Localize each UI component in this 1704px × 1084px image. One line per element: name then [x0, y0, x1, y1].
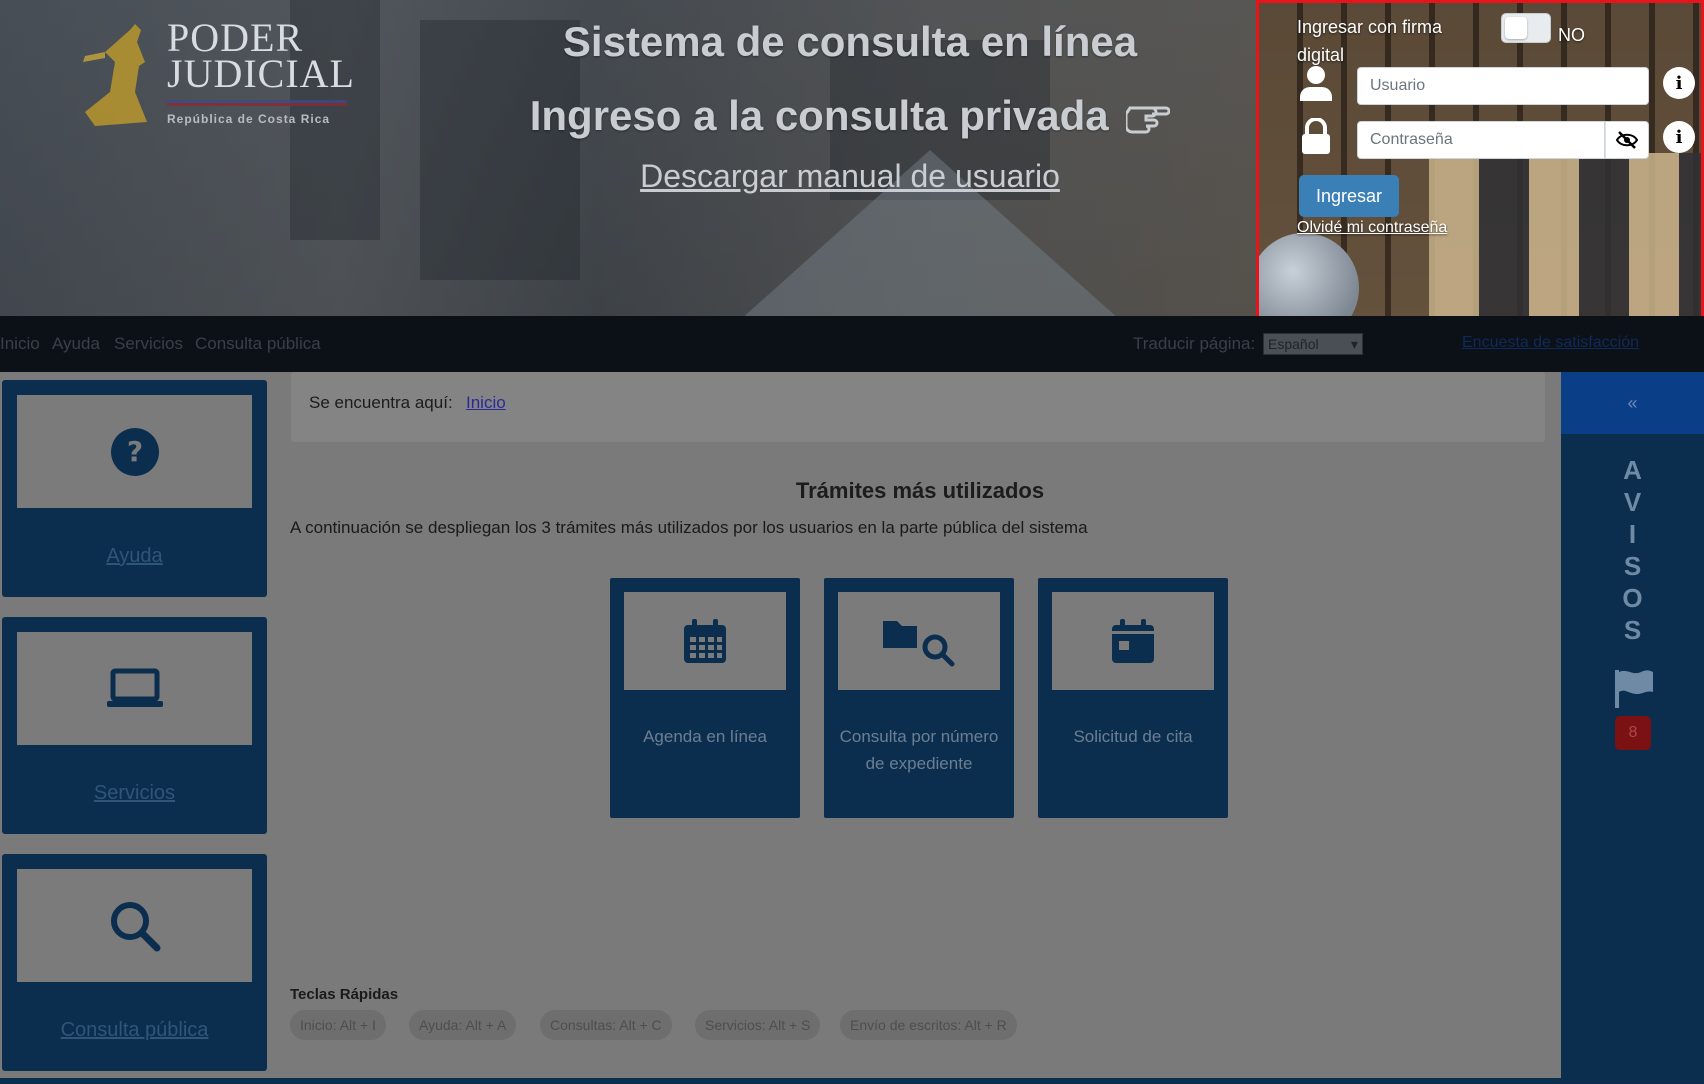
sidebar-card-label[interactable]: Servicios: [2, 782, 267, 805]
lock-icon: [1302, 118, 1330, 154]
shortcut-chip: Envío de escritos: Alt + R: [840, 1010, 1017, 1040]
sidebar-card-consulta-publica[interactable]: Consulta pública: [2, 854, 267, 1071]
breadcrumb-link-inicio[interactable]: Inicio: [466, 393, 506, 413]
avisos-letter: A: [1623, 455, 1642, 485]
sidebar-card-icon-box: [17, 632, 252, 745]
tile-consulta-expediente[interactable]: Consulta por número de expediente: [824, 578, 1014, 818]
password-input[interactable]: [1357, 121, 1605, 159]
tile-icon-box: [1052, 592, 1214, 690]
translate-label: Traducir página:: [1133, 334, 1256, 353]
system-title: Sistema de consulta en línea: [562, 18, 1138, 65]
shortcut-chip: Ayuda: Alt + A: [409, 1010, 517, 1040]
laptop-icon: [106, 668, 163, 707]
nav-item-inicio[interactable]: Inicio: [0, 334, 40, 354]
tile-label: Consulta por número de expediente: [839, 727, 999, 773]
svg-text:?: ?: [126, 435, 142, 468]
avisos-letter: S: [1623, 615, 1642, 645]
shortcut-chip: Inicio: Alt + I: [290, 1010, 386, 1040]
tile-agenda-en-linea[interactable]: Agenda en línea: [610, 578, 800, 818]
tile-label: Agenda en línea: [643, 727, 767, 746]
toggle-knob: [1505, 17, 1527, 39]
calendar-icon: [1112, 619, 1154, 663]
section-title: Trámites más utilizados: [795, 478, 1045, 503]
digital-signature-toggle[interactable]: [1501, 13, 1551, 43]
private-access-title: Ingreso a la consulta privada: [490, 92, 1210, 140]
avisos-letter: I: [1628, 519, 1637, 549]
shortcut-chip: Servicios: Alt + S: [695, 1010, 821, 1040]
avisos-count-badge: 8: [1615, 716, 1651, 750]
avisos-letter: O: [1622, 583, 1643, 613]
language-select[interactable]: Español ▾: [1263, 333, 1363, 355]
bottom-strip: [0, 1078, 1561, 1084]
tile-icon-box: [838, 592, 1000, 690]
sidebar-card-label[interactable]: Ayuda: [2, 545, 267, 568]
justice-figure-icon: [83, 24, 147, 126]
digital-signature-label: Ingresar con firma digital: [1297, 17, 1443, 65]
poder-judicial-logo: PODER JUDICIAL República de Costa Rica: [75, 12, 355, 132]
username-info-icon[interactable]: i: [1663, 67, 1695, 99]
search-icon: [110, 901, 160, 951]
toggle-state-label: NO: [1558, 25, 1585, 45]
avisos-letter: S: [1623, 551, 1642, 581]
sidebar-card-icon-box: [17, 869, 252, 982]
logo-word-line2: JUDICIAL: [167, 51, 355, 96]
nav-item-servicios[interactable]: Servicios: [114, 334, 183, 354]
sidebar-card-ayuda[interactable]: ? Ayuda: [2, 380, 267, 597]
satisfaction-survey-link[interactable]: Encuesta de satisfacción: [1462, 334, 1639, 352]
logo-wordmark: PODER JUDICIAL: [167, 18, 355, 96]
sidebar-card-servicios[interactable]: Servicios: [2, 617, 267, 834]
tile-label: Solicitud de cita: [1073, 727, 1193, 746]
breadcrumb-prefix: Se encuentra aquí:: [309, 393, 453, 412]
sidebar-card-icon-box: ?: [17, 395, 252, 508]
nav-item-consulta-publica[interactable]: Consulta pública: [195, 334, 321, 354]
folder-search-icon: [883, 621, 955, 667]
breadcrumb: Se encuentra aquí: Inicio: [291, 372, 1545, 442]
username-input[interactable]: [1357, 67, 1649, 105]
private-access-text: Ingreso a la consulta privada: [529, 92, 1109, 139]
language-selected: Español: [1268, 336, 1319, 352]
eye-slash-icon: [1616, 131, 1638, 149]
question-circle-icon: ?: [110, 427, 159, 476]
password-info-icon[interactable]: i: [1663, 121, 1695, 153]
login-background-facade: [1429, 153, 1701, 319]
shortcuts-title: Teclas Rápidas: [290, 986, 399, 1003]
login-submit-button[interactable]: Ingresar: [1299, 175, 1399, 217]
toggle-password-visibility-button[interactable]: [1605, 121, 1649, 159]
nav-item-ayuda[interactable]: Ayuda: [52, 334, 100, 354]
user-icon: [1300, 66, 1332, 101]
shortcut-chip: Consultas: Alt + C: [540, 1010, 672, 1040]
avisos-letter: V: [1623, 487, 1642, 517]
chevron-down-icon: ▾: [1350, 336, 1358, 352]
tile-icon-box: [624, 592, 786, 690]
avisos-panel: « A V I S O S 8: [1561, 372, 1704, 1084]
logo-subtitle: República de Costa Rica: [167, 112, 331, 126]
tile-solicitud-de-cita[interactable]: Solicitud de cita: [1038, 578, 1228, 818]
logo-flag-bar: [167, 100, 347, 106]
main-navbar: Inicio Ayuda Servicios Consulta pública …: [0, 316, 1704, 372]
pointing-hand-icon: [1124, 106, 1171, 134]
login-panel: Ingresar con firma digital NO i i Ingres…: [1256, 0, 1704, 322]
login-background-sphere: [1259, 233, 1359, 319]
calendar-grid-icon: [684, 619, 726, 663]
flag-icon[interactable]: [1613, 668, 1655, 708]
forgot-password-link[interactable]: Olvidé mi contraseña: [1297, 219, 1447, 237]
avisos-title: A V I S O S: [1561, 454, 1704, 646]
sidebar-card-label[interactable]: Consulta pública: [2, 1019, 267, 1042]
avisos-collapse-button[interactable]: «: [1561, 372, 1704, 434]
download-manual-link[interactable]: Descargar manual de usuario: [490, 158, 1210, 195]
section-subtitle: A continuación se despliegan los 3 trámi…: [290, 518, 1088, 537]
